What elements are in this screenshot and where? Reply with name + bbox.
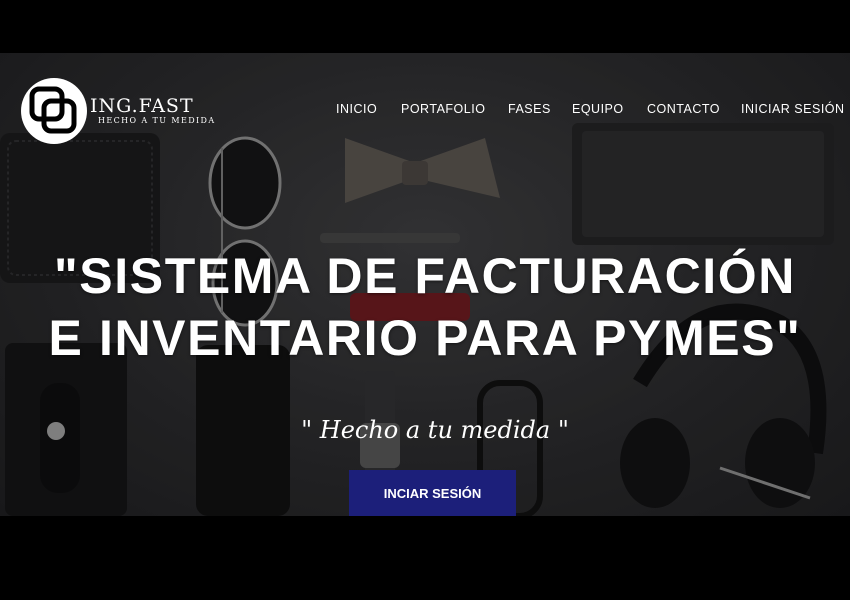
hero-headline: "SISTEMA DE FACTURACIÓN E INVENTARIO PAR…: [0, 245, 850, 369]
main-nav: INICIO PORTAFOLIO FASES EQUIPO CONTACTO …: [0, 102, 850, 120]
nav-item-portafolio[interactable]: PORTAFOLIO: [401, 102, 485, 116]
login-button[interactable]: INCIAR SESIÓN: [349, 470, 516, 516]
nav-item-fases[interactable]: FASES: [508, 102, 551, 116]
hero-headline-line1: "SISTEMA DE FACTURACIÓN: [54, 248, 796, 304]
nav-item-equipo[interactable]: EQUIPO: [572, 102, 624, 116]
nav-item-iniciar-sesion[interactable]: INICIAR SESIÓN: [741, 102, 845, 116]
hero-headline-line2: E INVENTARIO PARA PYMES": [48, 310, 802, 366]
nav-item-inicio[interactable]: INICIO: [336, 102, 377, 116]
nav-item-contacto[interactable]: CONTACTO: [647, 102, 720, 116]
hero-subtitle: " Hecho a tu medida ": [301, 416, 569, 444]
